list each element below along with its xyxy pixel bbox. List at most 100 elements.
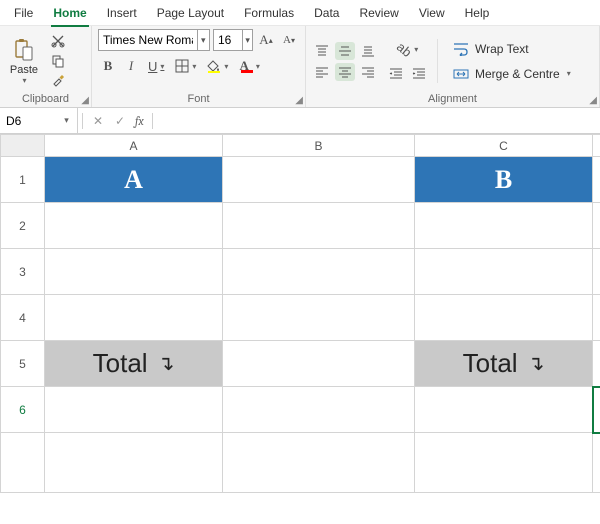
fill-color-button[interactable]: ▾	[203, 57, 232, 75]
menu-bar: File Home Insert Page Layout Formulas Da…	[0, 0, 600, 26]
name-box[interactable]: ▾	[0, 108, 78, 133]
row-header-6[interactable]: 6	[1, 387, 45, 433]
cell-C1[interactable]: B	[415, 157, 593, 203]
row-header-2[interactable]: 2	[1, 203, 45, 249]
cell-A7[interactable]	[45, 433, 223, 493]
row-header-4[interactable]: 4	[1, 295, 45, 341]
menu-review[interactable]: Review	[349, 2, 408, 24]
cell-B2[interactable]	[223, 203, 415, 249]
cell-D6-active[interactable]	[593, 387, 600, 433]
cancel-formula-button[interactable]: ✕	[87, 114, 109, 128]
ribbon: Paste ▾ Clipboard ◢	[0, 26, 600, 108]
copy-button[interactable]	[48, 52, 68, 70]
cell-B1[interactable]	[223, 157, 415, 203]
row-header-1[interactable]: 1	[1, 157, 45, 203]
menu-pagelayout[interactable]: Page Layout	[147, 2, 234, 24]
group-alignment: ab▾ Wrap Text Merge & Centre ▾ Alig	[306, 26, 600, 107]
name-box-dropdown[interactable]: ▾	[56, 115, 77, 126]
font-color-button[interactable]: A ▾	[235, 57, 263, 75]
paste-label: Paste	[10, 64, 38, 76]
col-header-C[interactable]: C	[415, 135, 593, 157]
decrease-font-button[interactable]: A▾	[279, 31, 299, 49]
clipboard-dialog-launcher[interactable]: ◢	[81, 95, 89, 106]
cell-A4[interactable]	[45, 295, 223, 341]
cell-B6[interactable]	[223, 387, 415, 433]
alignment-dialog-launcher[interactable]: ◢	[589, 95, 597, 106]
cell-B3[interactable]	[223, 249, 415, 295]
group-title-alignment: Alignment	[312, 93, 593, 106]
cut-button[interactable]	[48, 32, 68, 50]
menu-file[interactable]: File	[4, 2, 43, 24]
underline-button[interactable]: U▾	[144, 57, 168, 75]
italic-button[interactable]: I	[121, 57, 141, 75]
font-size-input[interactable]	[214, 30, 242, 50]
group-clipboard: Paste ▾ Clipboard ◢	[0, 26, 92, 107]
cell-C7[interactable]	[415, 433, 593, 493]
enter-formula-button[interactable]: ✓	[109, 114, 131, 128]
alignment-grid	[312, 42, 378, 81]
align-left[interactable]	[312, 63, 332, 81]
menu-data[interactable]: Data	[304, 2, 349, 24]
cell-A1[interactable]: A	[45, 157, 223, 203]
menu-home[interactable]: Home	[43, 2, 96, 24]
font-size-combo[interactable]: ▾	[213, 29, 253, 51]
col-header-B[interactable]: B	[223, 135, 415, 157]
font-dialog-launcher[interactable]: ◢	[295, 95, 303, 106]
row-header-5[interactable]: 5	[1, 341, 45, 387]
cell-A5[interactable]: Total↴	[45, 341, 223, 387]
column-header-row: A B C	[1, 135, 600, 157]
bold-button[interactable]: B	[98, 57, 118, 75]
font-family-dropdown[interactable]: ▾	[197, 30, 209, 50]
col-header-A[interactable]: A	[45, 135, 223, 157]
menu-view[interactable]: View	[409, 2, 455, 24]
cell-C4[interactable]	[415, 295, 593, 341]
increase-font-button[interactable]: A▴	[256, 31, 276, 49]
borders-button[interactable]: ▾	[171, 57, 200, 75]
cell-A6[interactable]	[45, 387, 223, 433]
cell-B4[interactable]	[223, 295, 415, 341]
worksheet[interactable]: A B C 1 A B 2 3	[0, 134, 600, 524]
merge-centre-button[interactable]: Merge & Centre ▾	[446, 63, 578, 85]
cell-A3[interactable]	[45, 249, 223, 295]
group-title-font: Font	[98, 93, 299, 106]
cell-B5[interactable]	[223, 341, 415, 387]
grid-table: A B C 1 A B 2 3	[0, 134, 600, 493]
font-size-dropdown[interactable]: ▾	[242, 30, 252, 50]
wrap-text-label: Wrap Text	[475, 42, 529, 56]
group-font: ▾ ▾ A▴ A▾ B I U▾ ▾ ▾ A	[92, 26, 306, 107]
menu-help[interactable]: Help	[455, 2, 500, 24]
align-top[interactable]	[312, 42, 332, 60]
cell-C3[interactable]	[415, 249, 593, 295]
row-6: 6	[1, 387, 600, 433]
row-7	[1, 433, 600, 493]
row-header-7[interactable]	[1, 433, 45, 493]
increase-indent-button[interactable]	[409, 64, 429, 82]
formula-bar: ▾ ✕ ✓ fx	[0, 108, 600, 134]
font-family-input[interactable]	[99, 30, 197, 50]
cell-B7[interactable]	[223, 433, 415, 493]
orientation-button[interactable]: ab▾	[393, 40, 422, 58]
row-1: 1 A B	[1, 157, 600, 203]
formula-input[interactable]	[157, 108, 600, 133]
name-box-input[interactable]	[0, 114, 56, 128]
align-center[interactable]	[335, 63, 355, 81]
row-2: 2	[1, 203, 600, 249]
font-family-combo[interactable]: ▾	[98, 29, 210, 51]
align-right[interactable]	[358, 63, 378, 81]
cell-C2[interactable]	[415, 203, 593, 249]
row-header-3[interactable]: 3	[1, 249, 45, 295]
format-painter-button[interactable]	[48, 72, 68, 90]
cell-C6[interactable]	[415, 387, 593, 433]
paste-button[interactable]: Paste ▾	[6, 32, 42, 90]
align-bottom[interactable]	[358, 42, 378, 60]
fx-icon[interactable]: fx	[131, 114, 148, 128]
align-middle[interactable]	[335, 42, 355, 60]
select-all-corner[interactable]	[1, 135, 45, 157]
down-right-arrow-icon: ↴	[528, 351, 545, 376]
menu-formulas[interactable]: Formulas	[234, 2, 304, 24]
cell-C5[interactable]: Total↴	[415, 341, 593, 387]
cell-A2[interactable]	[45, 203, 223, 249]
menu-insert[interactable]: Insert	[97, 2, 147, 24]
wrap-text-button[interactable]: Wrap Text	[446, 38, 578, 60]
decrease-indent-button[interactable]	[386, 64, 406, 82]
